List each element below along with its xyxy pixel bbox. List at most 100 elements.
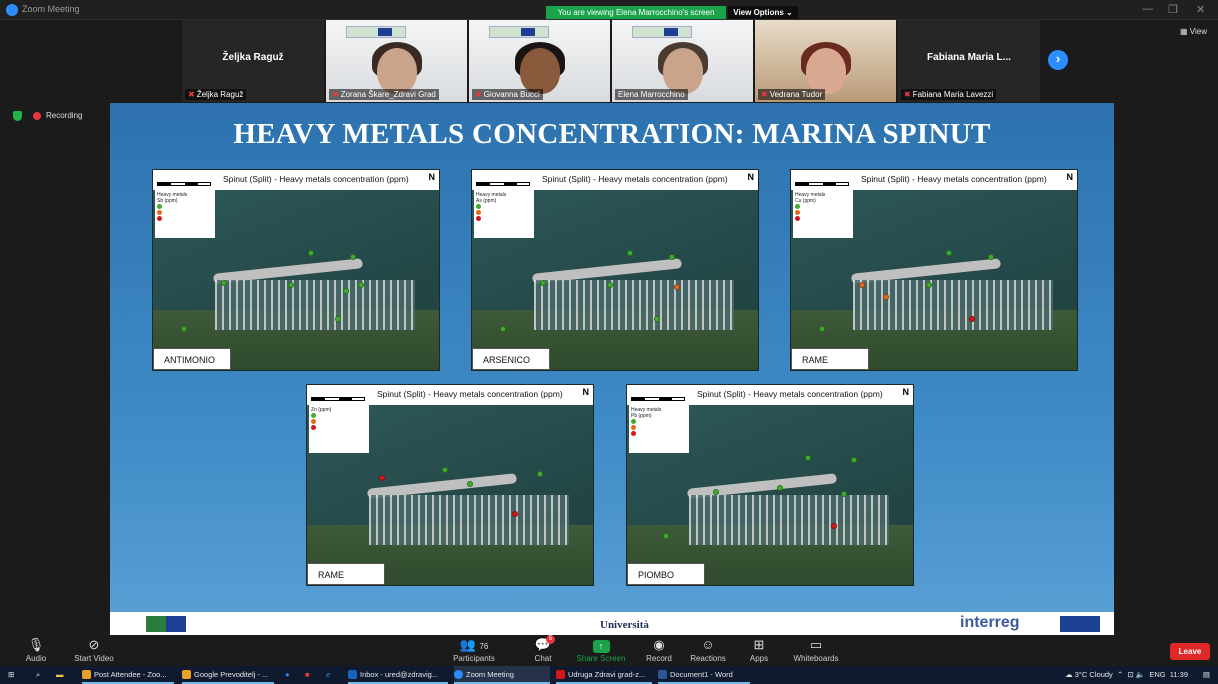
north-arrow-icon: N (582, 387, 590, 397)
next-page-button[interactable]: › (1048, 50, 1068, 70)
view-options-button[interactable]: View Options ⌄ (728, 6, 798, 19)
windows-start-icon[interactable]: ⊞ (8, 666, 14, 684)
view-button[interactable]: ▦ View (1180, 27, 1207, 36)
sample-point (308, 250, 314, 256)
sample-point (988, 254, 994, 260)
participant-video-tile[interactable]: ✖ Zorana Škare_Zdravi Grad (326, 20, 467, 102)
leave-button[interactable]: Leave (1170, 643, 1210, 660)
edge-icon[interactable]: ● (285, 666, 290, 684)
whiteboards-button[interactable]: ▭ Whiteboards (790, 636, 842, 664)
record-button[interactable]: ◉ Record (642, 636, 676, 664)
sample-point (442, 467, 448, 473)
participant-label: ✖ Željka Raguž (185, 89, 247, 100)
minimize-button[interactable]: — (1142, 3, 1153, 15)
participant-label: Elena Marrocchino (615, 89, 688, 100)
taskbar-item[interactable]: Zoom Meeting (454, 666, 550, 684)
participant-video-tile[interactable]: ✖ Giovanna Bucci (469, 20, 610, 102)
search-icon[interactable]: ⌕ (36, 666, 40, 684)
speaker-icon[interactable]: 🔈 (1136, 670, 1145, 679)
sample-point (627, 250, 633, 256)
scale-bar (157, 182, 211, 186)
muted-mic-icon: ✖ (761, 90, 768, 99)
map-title: Spinut (Split) - Heavy metals concentrat… (542, 174, 728, 184)
participant-tile[interactable]: Željka Raguž ✖ Željka Raguž (182, 20, 324, 102)
map-panel: Spinut (Split) - Heavy metals concentrat… (626, 384, 914, 586)
eu-flag-icon (1060, 616, 1100, 632)
legend-dot (157, 204, 162, 210)
map-caption: RAME (307, 563, 385, 585)
reactions-button[interactable]: ☺ Reactions (688, 636, 728, 664)
participant-label: ✖ Giovanna Bucci (472, 89, 543, 100)
project-logo (146, 616, 186, 632)
participant-tile[interactable]: Fabiana Maria L... ✖ Fabiana Maria Lavezz… (898, 20, 1040, 102)
participant-face (519, 48, 560, 94)
interreg-logo: interreg (960, 614, 1020, 631)
participant-video-tile[interactable]: Elena Marrocchino (612, 20, 753, 102)
legend-dot (795, 210, 800, 216)
sample-point (713, 489, 719, 495)
muted-mic-icon: ✖ (188, 90, 195, 99)
zoom-logo-icon (6, 4, 18, 16)
app-icon[interactable]: ■ (305, 666, 310, 684)
sample-point (841, 491, 847, 497)
participant-video-tile[interactable]: ✖ Vedrana Tudor (755, 20, 896, 102)
file-explorer-icon[interactable]: ▬ (56, 666, 64, 684)
sample-point (669, 254, 675, 260)
sample-point (819, 326, 825, 332)
sample-point (663, 533, 669, 539)
eu-flag-icon (378, 28, 392, 36)
map-panel: Spinut (Split) - Heavy metals concentrat… (152, 169, 440, 371)
recording-label: Recording (46, 111, 83, 120)
participant-gallery: Željka Raguž ✖ Željka Raguž ✖ Zorana Škare… (0, 20, 1218, 104)
sample-point (379, 475, 385, 481)
network-icon[interactable]: ⊡ (1127, 670, 1133, 679)
notification-icon[interactable]: ▤ (1203, 666, 1210, 684)
interreg-banner-logo (346, 26, 406, 38)
taskbar-item[interactable]: Udruga Zdravi grad-z... (556, 666, 652, 684)
legend-dot (311, 425, 316, 431)
taskbar-item[interactable]: Inbox - ured@zdravig... (348, 666, 448, 684)
taskbar-item[interactable]: Post Attendee - Zoo... (82, 666, 174, 684)
participant-label: ✖ Fabiana Maria Lavezzi (901, 89, 997, 100)
taskbar-item[interactable]: Google Prevoditelj - ... (182, 666, 274, 684)
legend-dot (476, 204, 481, 210)
taskbar-item[interactable]: Document1 - Word (658, 666, 750, 684)
sample-point (512, 511, 518, 517)
weather-text: 3°C Cloudy (1074, 670, 1113, 679)
tray-chevron-icon[interactable]: ⌃ (1117, 670, 1123, 679)
audio-button[interactable]: 🎙 Audio (18, 636, 54, 664)
north-arrow-icon: N (1066, 172, 1074, 182)
sample-point (969, 316, 975, 322)
meeting-toolbar: 🎙 Audio ⊘ Start Video 👥 76 Participants … (0, 635, 1218, 666)
close-button[interactable]: ✕ (1196, 3, 1205, 16)
chat-button[interactable]: 💬 5 Chat (528, 635, 558, 664)
slide-title: HEAVY METALS CONCENTRATION: MARINA SPINU… (233, 118, 991, 150)
sample-point (859, 282, 865, 288)
slide-footer: Università interreg (110, 612, 1114, 635)
map-legend: Heavy metals Cu (ppm) (793, 190, 853, 238)
sample-point (181, 326, 187, 332)
participants-button[interactable]: 👥 76 Participants (448, 636, 500, 664)
legend-dot (795, 204, 800, 210)
internet-explorer-icon[interactable]: ℯ (326, 666, 330, 684)
maximize-button[interactable]: ❐ (1168, 3, 1178, 16)
share-screen-button[interactable]: ↑ Share Screen (576, 636, 626, 664)
system-tray[interactable]: ☁ 3°C Cloudy ⌃ ⊡ 🔈 ENG 11:39 ▤ (1065, 666, 1218, 684)
whiteboard-icon: ▭ (809, 637, 823, 652)
sample-point (851, 457, 857, 463)
sample-point (335, 316, 341, 322)
interreg-banner-logo (489, 26, 549, 38)
apps-button[interactable]: ⊞ Apps (744, 636, 774, 664)
sample-point (926, 282, 932, 288)
map-legend: Heavy metals As (ppm) (474, 190, 534, 238)
sample-point (221, 280, 227, 286)
sample-point (777, 485, 783, 491)
encryption-shield-icon[interactable] (13, 111, 22, 121)
language-indicator[interactable]: ENG (1149, 670, 1165, 679)
clock[interactable]: 11:39 (1170, 670, 1188, 679)
north-arrow-icon: N (428, 172, 436, 182)
start-video-button[interactable]: ⊘ Start Video (70, 636, 118, 664)
recording-icon[interactable] (33, 112, 41, 120)
pdf-icon (556, 670, 565, 679)
map-panel: Spinut (Split) - Heavy metals concentrat… (471, 169, 759, 371)
